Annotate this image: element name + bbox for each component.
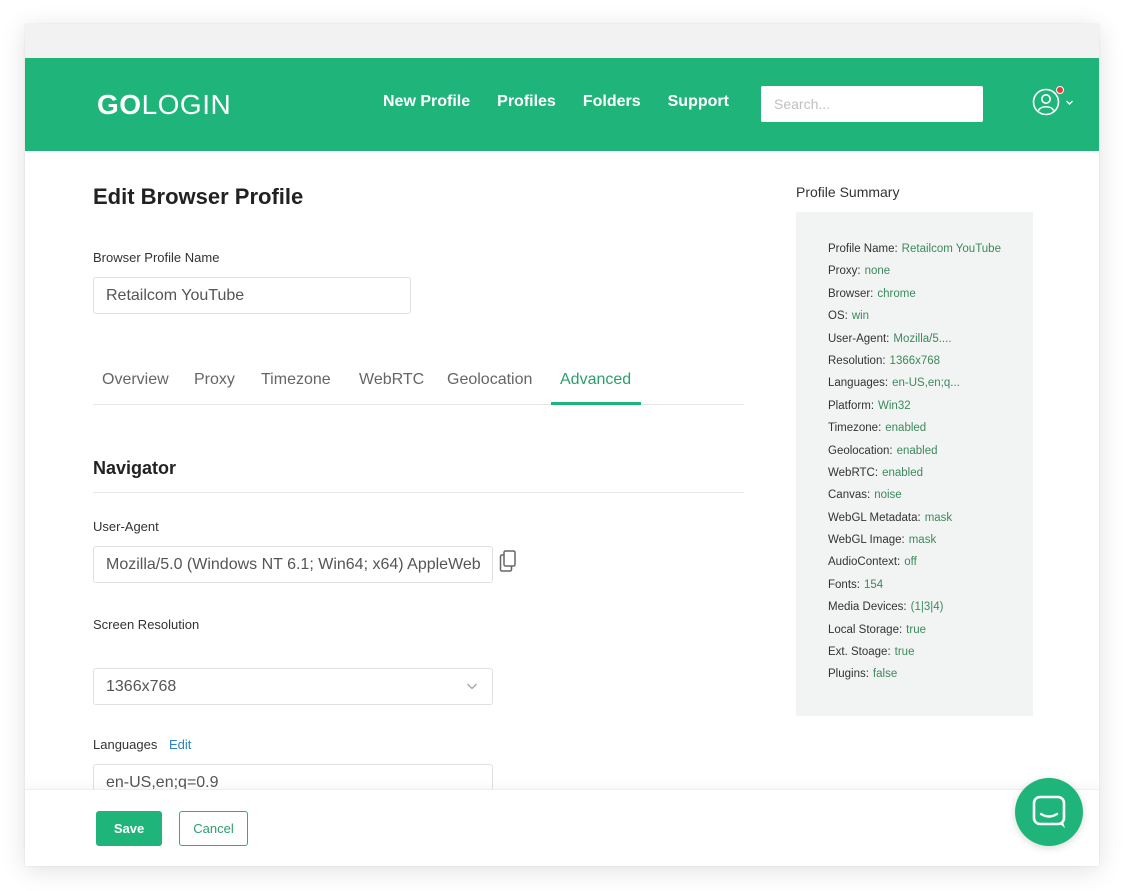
resolution-label: Screen Resolution	[93, 617, 200, 632]
logo-login: LOGIN	[141, 89, 232, 120]
summary-row-os: OS: win	[828, 310, 870, 323]
nav-new-profile[interactable]: New Profile	[383, 93, 470, 111]
logo-go: GO	[97, 89, 142, 120]
search-input[interactable]	[761, 86, 983, 122]
close-window-dot[interactable]	[44, 35, 58, 49]
gologin-logo[interactable]: GOLOGIN	[97, 89, 231, 121]
summary-row-webgl-image: WebGL Image: mask	[828, 534, 937, 547]
page-title: Edit Browser Profile	[93, 184, 304, 209]
resolution-value: 1366x768	[106, 677, 177, 695]
summary-row-webgl-metadata: WebGL Metadata: mask	[828, 511, 953, 524]
summary-row-user-agent: User-Agent: Mozilla/5....	[828, 332, 952, 345]
profile-name-input[interactable]	[93, 277, 411, 314]
summary-row-audiocontext: AudioContext: off	[828, 556, 917, 569]
summary-row-platform: Platform: Win32	[828, 399, 911, 412]
summary-row-plugins: Plugins: false	[828, 668, 898, 681]
section-divider	[93, 492, 744, 493]
chat-bubble-icon	[1032, 795, 1066, 828]
nav-profiles[interactable]: Profiles	[497, 93, 556, 111]
summary-row-profile-name: Profile Name: Retailcom YouTube	[828, 243, 1001, 255]
footer-bar: Save Cancel	[25, 789, 1099, 866]
nav-folders[interactable]: Folders	[583, 93, 641, 111]
summary-row-resolution: Resolution: 1366x768	[828, 354, 941, 367]
tab-overview[interactable]: Overview	[102, 371, 169, 389]
tab-webrtc[interactable]: WebRTC	[359, 371, 424, 389]
chevron-down-icon[interactable]	[1065, 98, 1074, 107]
window-titlebar	[25, 24, 1099, 58]
profile-tabs: Overview Proxy Timezone WebRTC Geolocati…	[93, 359, 744, 405]
active-tab-indicator	[551, 402, 641, 405]
app-header: GOLOGIN New Profile Profiles Folders Sup…	[25, 58, 1099, 151]
summary-row-media-devices: Media Devices: (1|3|4)	[828, 601, 944, 614]
summary-row-ext-storage: Ext. Stoage: true	[828, 646, 915, 659]
summary-row-geolocation: Geolocation: enabled	[828, 444, 938, 457]
user-agent-input[interactable]	[93, 546, 493, 583]
section-title-navigator: Navigator	[93, 458, 177, 478]
copy-icon[interactable]	[499, 550, 517, 572]
summary-row-webrtc: WebRTC: enabled	[828, 466, 923, 479]
maximize-window-dot[interactable]	[94, 35, 108, 49]
summary-row-languages: Languages: en-US,en;q...	[828, 377, 960, 390]
profile-name-label: Browser Profile Name	[93, 250, 220, 265]
tab-timezone[interactable]: Timezone	[261, 371, 331, 389]
languages-edit-link[interactable]: Edit	[169, 737, 191, 752]
browser-window: GOLOGIN New Profile Profiles Folders Sup…	[25, 24, 1099, 866]
summary-row-fonts: Fonts: 154	[828, 578, 884, 591]
chevron-down-icon	[467, 683, 477, 690]
minimize-window-dot[interactable]	[69, 35, 83, 49]
languages-label: Languages	[93, 737, 158, 752]
summary-title: Profile Summary	[796, 184, 900, 200]
summary-row-timezone: Timezone: enabled	[828, 422, 927, 435]
chat-launcher-button[interactable]	[1015, 778, 1083, 846]
save-button[interactable]: Save	[96, 811, 162, 846]
user-agent-label: User-Agent	[93, 519, 159, 534]
summary-row-canvas: Canvas: noise	[828, 489, 902, 502]
cancel-button[interactable]: Cancel	[179, 811, 248, 846]
nav-support[interactable]: Support	[668, 93, 729, 111]
summary-row-local-storage: Local Storage: true	[828, 623, 926, 636]
profile-summary-panel: Profile Name: Retailcom YouTube Proxy: non…	[796, 212, 1033, 716]
resolution-select[interactable]: 1366x768	[93, 668, 493, 705]
notification-badge	[1056, 86, 1064, 94]
summary-row-proxy: Proxy: none	[828, 265, 891, 278]
tab-proxy[interactable]: Proxy	[194, 371, 235, 389]
main-nav: New Profile Profiles Folders Support	[383, 93, 756, 111]
summary-row-browser: Browser: chrome	[828, 287, 916, 300]
main-content: Edit Browser Profile Browser Profile Nam…	[25, 151, 1099, 801]
tab-geolocation[interactable]: Geolocation	[447, 371, 532, 389]
tab-advanced[interactable]: Advanced	[560, 371, 631, 389]
